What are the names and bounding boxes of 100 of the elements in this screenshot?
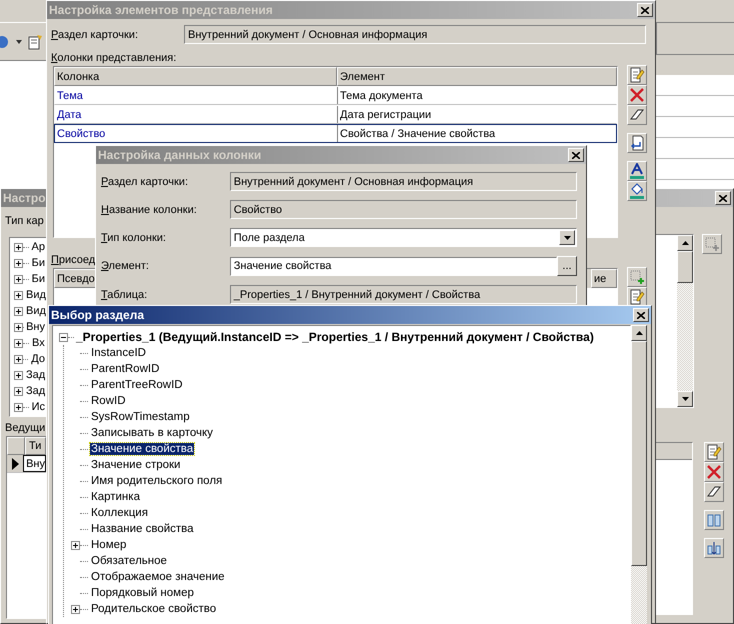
up-arrow-icon xyxy=(682,241,688,245)
input-field[interactable]: Значение свойства xyxy=(230,256,558,276)
readonly-field[interactable]: Свойство xyxy=(230,200,577,219)
tree-item[interactable]: Родительское свойство xyxy=(90,603,218,615)
tree-item[interactable]: Номер xyxy=(90,539,128,551)
close-icon xyxy=(719,194,727,202)
joins-label: Присоед xyxy=(51,254,96,268)
eraser-button[interactable] xyxy=(704,482,724,502)
scroll-up-button[interactable] xyxy=(677,235,693,251)
tree-item[interactable]: Записывать в карточку xyxy=(90,427,214,439)
tree-item[interactable]: Вх xyxy=(31,337,46,349)
sort-icon xyxy=(706,540,722,556)
field-label: Таблица: xyxy=(101,288,148,300)
dropdown-arrow-icon[interactable] xyxy=(16,40,22,44)
add-item-button[interactable] xyxy=(702,234,722,254)
tree-item[interactable]: Ар xyxy=(30,241,46,253)
expand-icon[interactable] xyxy=(71,604,80,614)
tree-item[interactable]: Порядковый номер xyxy=(90,587,195,599)
expand-icon[interactable] xyxy=(14,322,23,332)
expand-icon[interactable] xyxy=(14,338,23,348)
window-title: Настройка данных колонки xyxy=(98,148,262,162)
scroll-up-button[interactable] xyxy=(631,325,647,341)
edit-button[interactable] xyxy=(627,287,647,307)
add-frame-icon xyxy=(704,236,720,252)
field-label: Тип колонки: xyxy=(101,232,167,244)
expand-icon[interactable] xyxy=(14,306,23,316)
close-button[interactable] xyxy=(633,308,649,322)
delete-button[interactable] xyxy=(704,462,724,482)
tree-item[interactable]: Вну xyxy=(25,321,46,333)
table-row[interactable]: Свойство Свойства / Значение свойства xyxy=(54,124,617,143)
tree-item[interactable]: Вид xyxy=(25,289,46,301)
table-cell: Дата xyxy=(55,106,338,123)
tree-item[interactable]: Вид xyxy=(25,305,46,317)
tree-item[interactable]: RowID xyxy=(90,395,127,407)
tree-item[interactable]: _Properties_1 (Ведущий.InstanceID => _Properties_1 / Внутренний документ / Свойства) xyxy=(76,330,594,344)
expand-icon[interactable] xyxy=(14,386,23,396)
delete-button[interactable] xyxy=(627,85,647,105)
browse-button[interactable]: ... xyxy=(557,256,577,276)
table-cell-text: Свойства / Значение свойства xyxy=(339,126,496,142)
expand-icon[interactable] xyxy=(14,370,23,380)
edit-document-icon xyxy=(629,67,645,83)
expand-icon[interactable] xyxy=(71,540,80,550)
font-color-button[interactable] xyxy=(627,161,647,181)
close-icon xyxy=(641,6,649,14)
fill-color-button[interactable] xyxy=(627,181,647,201)
scroll-down-button[interactable] xyxy=(677,391,693,407)
readonly-field[interactable]: Внутренний документ / Основная информация xyxy=(230,172,577,191)
document-icon[interactable] xyxy=(28,34,44,50)
tree-item[interactable]: InstanceID xyxy=(90,347,147,359)
expand-icon[interactable] xyxy=(14,290,23,300)
column-header[interactable] xyxy=(7,437,25,455)
tree-item[interactable]: Зад xyxy=(25,369,46,381)
paint-bucket-icon xyxy=(629,183,645,199)
tree-item[interactable]: До xyxy=(30,353,46,365)
sort-button[interactable] xyxy=(704,538,724,558)
tree-item[interactable]: Картинка xyxy=(90,491,141,503)
tree-item[interactable]: Значение строки xyxy=(90,459,182,471)
expand-icon[interactable] xyxy=(14,242,23,252)
column-header[interactable]: Колонка xyxy=(54,67,337,86)
tree-item[interactable]: SysRowTimestamp xyxy=(90,411,191,423)
dropdown-button[interactable] xyxy=(559,230,575,245)
close-icon xyxy=(572,152,580,158)
tree-item[interactable]: Отображаемое значение xyxy=(90,571,226,583)
expand-icon[interactable] xyxy=(14,258,23,268)
tree-item[interactable]: ParentRowID xyxy=(90,363,160,375)
tree-item[interactable]: Ис xyxy=(30,401,46,413)
column-header[interactable]: Элемент xyxy=(337,67,617,86)
table-cell: Вну xyxy=(23,455,46,472)
tree-item[interactable]: Зад xyxy=(25,385,46,397)
edit-button[interactable] xyxy=(627,65,647,85)
eraser-button[interactable] xyxy=(627,105,647,125)
section-field[interactable]: Внутренний документ / Основная информация xyxy=(184,25,646,44)
columns-button[interactable] xyxy=(704,510,724,530)
scroll-thumb[interactable] xyxy=(631,341,647,566)
tree-item[interactable]: ParentTreeRowID xyxy=(90,379,184,391)
scroll-thumb[interactable] xyxy=(677,251,693,283)
collapse-icon[interactable] xyxy=(59,332,68,342)
readonly-field[interactable]: _Properties_1 / Внутренний документ / Свойства xyxy=(230,285,577,304)
column-header[interactable]: Ти xyxy=(25,437,46,455)
field-label: Раздел карточки: xyxy=(51,28,140,40)
tree-item[interactable]: Би xyxy=(30,273,46,285)
tree-item[interactable]: Значение свойства xyxy=(90,443,194,455)
expand-icon[interactable] xyxy=(14,354,23,364)
add-item-button[interactable] xyxy=(627,267,647,287)
expand-icon[interactable] xyxy=(14,402,23,412)
tree-item[interactable]: Обязательное xyxy=(90,555,168,567)
tree-item[interactable]: Би xyxy=(30,257,46,269)
table-row[interactable]: Дата Дата регистрации xyxy=(54,105,617,124)
tree-item[interactable]: Имя родительского поля xyxy=(90,475,224,487)
dropdown-field[interactable]: Поле раздела xyxy=(230,228,577,247)
import-button[interactable] xyxy=(627,133,647,153)
expand-icon[interactable] xyxy=(14,274,23,284)
edit-button[interactable] xyxy=(704,442,724,462)
delete-icon xyxy=(629,87,645,103)
column-header[interactable]: ие xyxy=(591,269,617,288)
window-title: Настро xyxy=(3,191,46,205)
window-title: Выбор раздела xyxy=(51,308,144,322)
table-row[interactable]: Тема Тема документа xyxy=(54,86,617,105)
tree-item[interactable]: Название свойства xyxy=(90,523,195,535)
tree-item[interactable]: Коллекция xyxy=(90,507,149,519)
